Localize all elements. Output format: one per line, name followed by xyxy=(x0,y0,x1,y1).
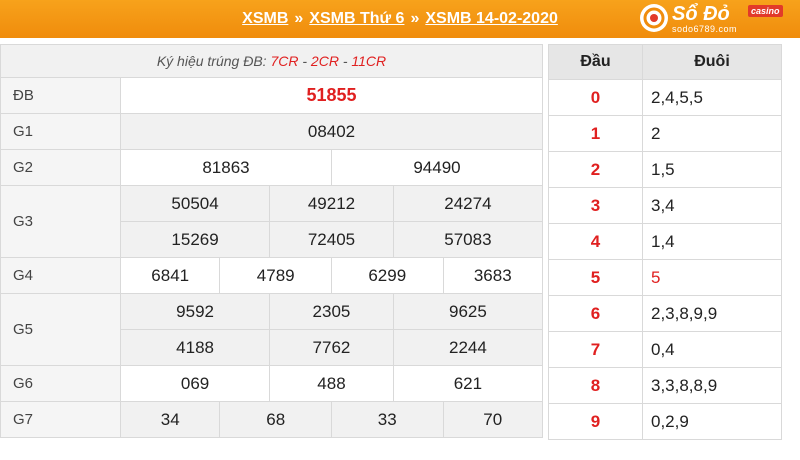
prize-number: 57083 xyxy=(392,221,544,258)
prize-number: 50504 xyxy=(119,185,271,222)
prize-number: 51855 xyxy=(120,77,543,114)
site-logo[interactable]: Sổ Đỏ casino sodo6789.com xyxy=(640,2,790,36)
prize-row-g2: G2 81863 94490 xyxy=(0,149,544,186)
dau-duoi-header-row: Đầu Đuôi xyxy=(548,44,782,80)
prize-number: 49212 xyxy=(269,185,394,222)
prize-number: 9625 xyxy=(392,293,544,330)
dau-cell: 6 xyxy=(548,295,643,332)
dau-cell: 3 xyxy=(548,187,643,224)
dau-cell: 5 xyxy=(548,259,643,296)
special-code: 2CR xyxy=(310,53,339,69)
logo-swirl-icon xyxy=(640,4,668,32)
prize-label: G3 xyxy=(0,185,121,258)
prize-number: 6299 xyxy=(330,257,444,294)
prize-number: 72405 xyxy=(269,221,394,258)
crumb-xsmb-date[interactable]: XSMB 14-02-2020 xyxy=(425,10,558,28)
dau-duoi-row: 12 xyxy=(548,115,782,152)
prize-number: 94490 xyxy=(330,149,544,186)
dau-cell: 4 xyxy=(548,223,643,260)
prize-label: G6 xyxy=(0,365,121,402)
dau-duoi-table: Đầu Đuôi 0 2,4,5,5 12 2 1,5 3 3,4 4 1,4 55 6… xyxy=(548,44,782,440)
dau-cell: 0 xyxy=(548,79,643,116)
prize-number: 2305 xyxy=(269,293,394,330)
duoi-cell: 1,4 xyxy=(642,223,782,260)
prize-number: 33 xyxy=(330,401,444,438)
dau-cell: 7 xyxy=(548,331,643,368)
dau-duoi-row: 3 3,4 xyxy=(548,187,782,224)
prize-number: 08402 xyxy=(120,113,543,150)
special-code-note: Ký hiệu trúng ĐB: 7CR - 2CR - 11CR xyxy=(0,44,543,78)
dau-duoi-row: 4 1,4 xyxy=(548,223,782,260)
duoi-cell: 0,2,9 xyxy=(642,403,782,440)
prize-row-g6: G6 069 488 621 xyxy=(0,365,544,402)
special-code: 7CR xyxy=(270,53,299,69)
prize-number: 621 xyxy=(392,365,544,402)
logo-name: Sổ Đỏ xyxy=(672,3,730,25)
prize-label: G2 xyxy=(0,149,121,186)
dau-cell: 8 xyxy=(548,367,643,404)
logo-url: sodo6789.com xyxy=(672,24,738,34)
dau-duoi-row: 55 xyxy=(548,259,782,296)
duoi-cell: 2,3,8,9,9 xyxy=(642,295,782,332)
crumb-xsmb-thu6[interactable]: XSMB Thứ 6 xyxy=(309,10,404,28)
dau-duoi-row: 6 2,3,8,9,9 xyxy=(548,295,782,332)
duoi-cell: 3,3,8,8,9 xyxy=(642,367,782,404)
prize-number: 34 xyxy=(119,401,221,438)
crumb-xsmb[interactable]: XSMB xyxy=(242,10,288,28)
duoi-cell: 5 xyxy=(642,259,782,296)
page-header: XSMB » XSMB Thứ 6 » XSMB 14-02-2020 Sổ Đ… xyxy=(0,0,800,38)
prize-label: G1 xyxy=(0,113,121,150)
prize-number: 81863 xyxy=(120,149,332,186)
crumb-separator: » xyxy=(410,10,420,27)
prize-number: 4188 xyxy=(119,329,271,366)
prize-label: ĐB xyxy=(0,77,121,114)
results-table: Ký hiệu trúng ĐB: 7CR - 2CR - 11CR ĐB 51… xyxy=(0,44,544,438)
prize-row-g5: G5 9592 2305 9625 xyxy=(0,293,544,366)
prize-label: G4 xyxy=(0,257,121,294)
prize-number: 069 xyxy=(119,365,271,402)
prize-label: G5 xyxy=(0,293,121,366)
prize-row-db: ĐB 51855 xyxy=(0,77,543,114)
prize-row-g4: G4 6841 4789 6299 3683 xyxy=(0,257,544,294)
prize-row-g7: G7 34 68 33 70 xyxy=(0,401,544,438)
prize-label: G7 xyxy=(0,401,121,438)
crumb-separator: » xyxy=(294,10,304,27)
prize-number: 3683 xyxy=(442,257,544,294)
prize-number: 15269 xyxy=(119,221,271,258)
duoi-cell: 0,4 xyxy=(642,331,782,368)
duoi-cell: 1,5 xyxy=(642,151,782,188)
dau-duoi-row: 0 2,4,5,5 xyxy=(548,79,782,116)
prize-number: 4789 xyxy=(219,257,332,294)
duoi-header: Đuôi xyxy=(642,44,782,80)
prize-number: 9592 xyxy=(119,293,271,330)
prize-number: 6841 xyxy=(119,257,221,294)
prize-row-g3: G3 50504 49212 24274 xyxy=(0,185,544,258)
dau-duoi-row: 7 0,4 xyxy=(548,331,782,368)
duoi-cell: 2,4,5,5 xyxy=(642,79,782,116)
prize-number: 68 xyxy=(219,401,332,438)
dau-cell: 1 xyxy=(548,115,643,152)
dau-cell: 2 xyxy=(548,151,643,188)
dau-cell: 9 xyxy=(548,403,643,440)
special-code-row: Ký hiệu trúng ĐB: 7CR - 2CR - 11CR xyxy=(0,44,543,78)
dau-duoi-row: 9 0,2,9 xyxy=(548,403,782,440)
special-code: 11CR xyxy=(351,53,387,69)
logo-badge: casino xyxy=(748,5,783,17)
dau-duoi-row: 2 1,5 xyxy=(548,151,782,188)
prize-number: 70 xyxy=(442,401,544,438)
duoi-cell: 3,4 xyxy=(642,187,782,224)
duoi-cell: 2 xyxy=(642,115,782,152)
prize-number: 24274 xyxy=(392,185,544,222)
dau-header: Đầu xyxy=(548,44,643,80)
prize-number: 2244 xyxy=(392,329,544,366)
prize-number: 488 xyxy=(269,365,394,402)
prize-number: 7762 xyxy=(269,329,394,366)
dau-duoi-row: 8 3,3,8,8,9 xyxy=(548,367,782,404)
prize-row-g1: G1 08402 xyxy=(0,113,543,150)
